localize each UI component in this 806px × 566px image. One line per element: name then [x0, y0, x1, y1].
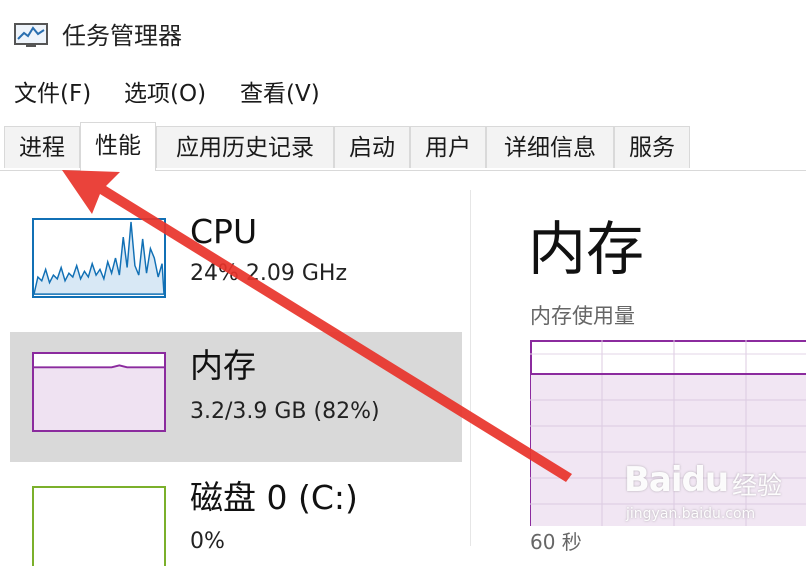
cpu-usage: 24% 2.09 GHz: [190, 261, 348, 286]
tab-details[interactable]: 详细信息: [486, 126, 614, 168]
watermark-url: jingyan.baidu.com: [626, 506, 756, 522]
pane-divider: [470, 190, 471, 546]
memory-thumbnail-graph: [32, 352, 166, 432]
cpu-thumbnail-graph: [32, 218, 166, 298]
resource-item-cpu[interactable]: CPU 24% 2.09 GHz: [10, 172, 462, 322]
memory-usage: 3.2/3.9 GB (82%): [190, 399, 380, 424]
memory-title: 内存: [190, 346, 256, 385]
time-span-label: 60 秒: [530, 530, 582, 554]
task-manager-icon: [14, 23, 48, 47]
resource-item-disk[interactable]: 磁盘 0 (C:) 0%: [10, 472, 462, 566]
tab-services[interactable]: 服务: [614, 126, 690, 168]
cpu-title: CPU: [190, 212, 258, 251]
menu-file[interactable]: 文件(F): [14, 74, 91, 114]
tab-processes[interactable]: 进程: [4, 126, 80, 168]
menu-view[interactable]: 查看(V): [240, 74, 320, 114]
watermark-brand: Baidu: [624, 460, 729, 500]
menu-options[interactable]: 选项(O): [124, 74, 206, 114]
menu-bar: 文件(F) 选项(O) 查看(V): [0, 74, 806, 114]
tab-app-history[interactable]: 应用历史记录: [156, 126, 334, 168]
resource-list: CPU 24% 2.09 GHz 内存 3.2/3.9 GB (82%) 磁盘 …: [0, 172, 466, 566]
disk-usage: 0%: [190, 529, 225, 554]
title-bar: 任务管理器: [0, 0, 806, 72]
tab-performance[interactable]: 性能: [80, 122, 156, 171]
memory-usage-label: 内存使用量: [530, 304, 635, 328]
watermark-suffix: 经验: [732, 471, 783, 500]
tab-bar: 进程 性能 应用历史记录 启动 用户 详细信息 服务: [0, 122, 806, 171]
disk-thumbnail-graph: [32, 486, 166, 566]
baidu-jingyan-watermark: Baidu 经验 jingyan.baidu.com: [614, 454, 800, 534]
tab-startup[interactable]: 启动: [334, 126, 410, 168]
resource-item-memory[interactable]: 内存 3.2/3.9 GB (82%): [10, 332, 462, 462]
panel-title: 内存: [528, 215, 645, 283]
disk-title: 磁盘 0 (C:): [190, 478, 358, 517]
window-title: 任务管理器: [62, 22, 182, 50]
tab-users[interactable]: 用户: [410, 126, 486, 168]
